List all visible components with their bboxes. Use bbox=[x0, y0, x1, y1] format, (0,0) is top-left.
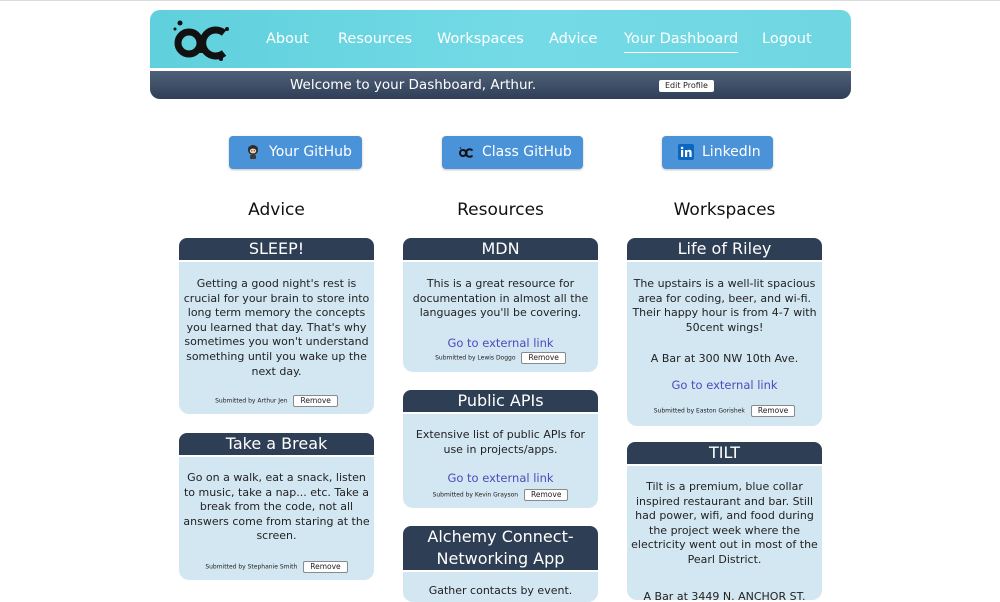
submitted-by: Submitted by Kevin Grayson bbox=[432, 491, 519, 499]
nav-logout[interactable]: Logout bbox=[762, 31, 812, 47]
resources-column-title: Resources bbox=[457, 200, 544, 220]
card-title: Alchemy Connect- Networking App bbox=[403, 526, 598, 570]
external-link[interactable]: Go to external link bbox=[671, 378, 777, 392]
welcome-text: Welcome to your Dashboard, Arthur. bbox=[290, 77, 537, 93]
external-link[interactable]: Go to external link bbox=[447, 471, 553, 485]
workspace-address: A Bar at 300 NW 10th Ave. bbox=[650, 352, 799, 366]
advice-card: Take a Break Go on a walk, eat a snack, … bbox=[179, 433, 374, 580]
remove-button[interactable]: Remove bbox=[303, 561, 348, 573]
welcome-bar: Welcome to your Dashboard, Arthur. Edit … bbox=[150, 71, 851, 99]
nav-resources[interactable]: Resources bbox=[338, 31, 412, 47]
resource-card: Alchemy Connect- Networking App Gather c… bbox=[403, 526, 598, 602]
octocat-icon bbox=[248, 145, 258, 159]
remove-button[interactable]: Remove bbox=[524, 489, 569, 501]
linkedin-icon bbox=[678, 144, 694, 160]
card-title: Public APIs bbox=[403, 390, 598, 412]
remove-button[interactable]: Remove bbox=[521, 352, 566, 364]
submitted-row: Submitted by Stephanie Smith Remove bbox=[179, 561, 374, 573]
card-description: Tilt is a premium, blue collar inspired … bbox=[631, 480, 818, 566]
card-description: This is a great resource for documentati… bbox=[412, 277, 589, 320]
workspaces-column-title: Workspaces bbox=[673, 200, 776, 220]
advice-column-title: Advice bbox=[248, 200, 305, 220]
card-title: Life of Riley bbox=[627, 238, 822, 260]
card-description: Getting a good night's rest is crucial f… bbox=[183, 277, 370, 378]
submitted-row: Submitted by Easton Gorishek Remove bbox=[627, 405, 822, 417]
resource-card: MDN This is a great resource for documen… bbox=[403, 238, 598, 372]
card-description: Extensive list of public APIs for use in… bbox=[415, 428, 586, 456]
resource-card: Public APIs Extensive list of public API… bbox=[403, 390, 598, 508]
submitted-by: Submitted by Arthur Jen bbox=[215, 397, 288, 405]
external-link[interactable]: Go to external link bbox=[447, 336, 553, 350]
advice-card: SLEEP! Getting a good night's rest is cr… bbox=[179, 238, 374, 414]
submitted-row: Submitted by Lewis Doggo Remove bbox=[403, 352, 598, 364]
submitted-row: Submitted by Arthur Jen Remove bbox=[179, 395, 374, 407]
card-description: Go on a walk, eat a snack, listen to mus… bbox=[183, 471, 370, 543]
your-github-label: Your GitHub bbox=[269, 144, 352, 160]
class-github-label: Class GitHub bbox=[482, 144, 572, 160]
your-github-button[interactable]: Your GitHub bbox=[229, 136, 362, 169]
submitted-by: Submitted by Lewis Doggo bbox=[435, 354, 516, 362]
top-border bbox=[0, 0, 1000, 1]
alchemy-small-icon bbox=[459, 147, 474, 158]
alchemy-logo-icon[interactable] bbox=[172, 15, 230, 63]
workspace-card: TILT Tilt is a premium, blue collar insp… bbox=[627, 442, 822, 600]
nav-dashboard[interactable]: Your Dashboard bbox=[624, 31, 739, 53]
card-title: TILT bbox=[627, 442, 822, 464]
card-title: SLEEP! bbox=[179, 238, 374, 260]
linkedin-label: LinkedIn bbox=[702, 144, 761, 160]
workspace-address: A Bar at 3449 N. ANCHOR ST. SUITE bbox=[643, 589, 806, 600]
remove-button[interactable]: Remove bbox=[293, 395, 338, 407]
linkedin-button[interactable]: LinkedIn bbox=[662, 136, 773, 169]
card-description: The upstairs is a well-lit spacious area… bbox=[632, 277, 817, 334]
nav-advice[interactable]: Advice bbox=[549, 31, 597, 47]
remove-button[interactable]: Remove bbox=[750, 405, 796, 417]
edit-profile-button[interactable]: Edit Profile bbox=[659, 80, 714, 92]
card-description: Gather contacts by event. bbox=[428, 584, 573, 597]
nav-about[interactable]: About bbox=[266, 31, 309, 47]
card-title: MDN bbox=[403, 238, 598, 260]
card-title: Take a Break bbox=[179, 433, 374, 455]
site-header: About Resources Workspaces Advice Your D… bbox=[150, 10, 851, 68]
class-github-button[interactable]: Class GitHub bbox=[442, 136, 583, 169]
workspace-card: Life of Riley The upstairs is a well-lit… bbox=[627, 238, 822, 426]
submitted-by: Submitted by Stephanie Smith bbox=[205, 563, 298, 571]
submitted-by: Submitted by Easton Gorishek bbox=[653, 407, 745, 415]
submitted-row: Submitted by Kevin Grayson Remove bbox=[403, 489, 598, 501]
nav-workspaces[interactable]: Workspaces bbox=[437, 31, 524, 47]
